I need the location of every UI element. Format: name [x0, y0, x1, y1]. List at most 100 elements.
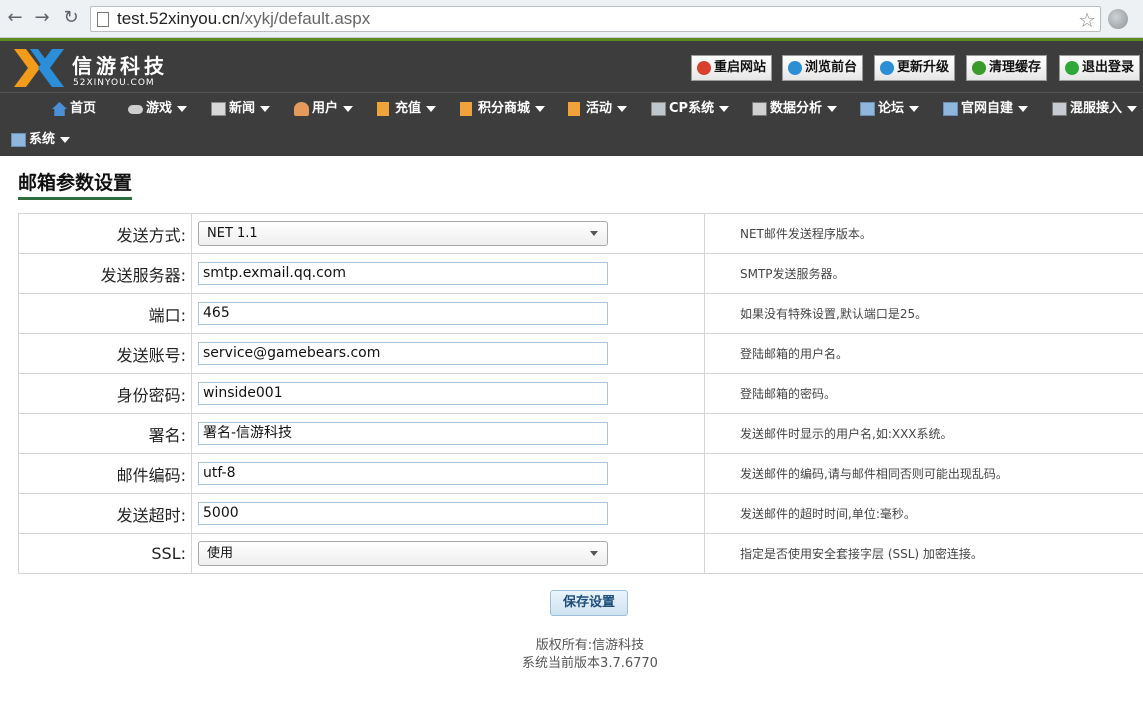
ssl-select[interactable]: 使用	[198, 541, 608, 566]
address-bar[interactable]: test.52xinyou.cn/xykj/default.aspx ☆	[90, 6, 1101, 32]
brand-name: 信游科技	[72, 54, 168, 78]
field-label: 发送服务器:	[18, 253, 192, 294]
chevron-down-icon	[909, 105, 920, 112]
menu-item-cp-system[interactable]: CP系统	[651, 98, 730, 120]
menu-item-data-analysis[interactable]: 数据分析	[752, 98, 838, 120]
chevron-down-icon	[426, 105, 437, 112]
news-icon	[211, 102, 226, 116]
user-icon	[294, 102, 309, 116]
menu-item-home[interactable]: 首页	[52, 98, 96, 120]
globe-update-icon	[880, 61, 894, 75]
smtp-server-input[interactable]: smtp.exmail.qq.com	[198, 262, 608, 285]
table-row: SSL: 使用 指定是否使用安全套接字层 (SSL) 加密连接。	[18, 533, 1143, 574]
menu-item-label: 混服接入	[1070, 101, 1123, 116]
forum-icon	[860, 102, 875, 116]
brand-logo	[14, 49, 64, 87]
field-label: 端口:	[18, 293, 192, 334]
menu-item-label: 游戏	[146, 101, 173, 116]
menu-item-games[interactable]: 游戏	[128, 98, 188, 120]
main-menu: 首页 游戏 新闻 用户 充值 积分商城 活动 CP系统 数据分析 论坛 官网自建	[0, 92, 1143, 156]
menu-item-users[interactable]: 用户	[294, 98, 354, 120]
copyright-text: 版权所有:信游科技	[535, 638, 645, 653]
chevron-down-icon	[535, 105, 546, 112]
home-icon	[52, 102, 67, 116]
extension-globe-icon[interactable]	[1108, 9, 1128, 29]
field-hint: 登陆邮箱的用户名。	[704, 333, 1143, 374]
send-method-value: NET 1.1	[207, 226, 258, 241]
reload-icon[interactable]: ↻	[60, 7, 82, 29]
account-input[interactable]: service@gamebears.com	[198, 342, 608, 365]
restart-site-button[interactable]: 重启网站	[691, 55, 773, 81]
forward-arrow-icon[interactable]: →	[31, 7, 53, 29]
field-label: 身份密码:	[18, 373, 192, 414]
power-icon	[1065, 61, 1079, 75]
update-upgrade-label: 更新升级	[897, 60, 950, 75]
field-cell: 5000	[191, 493, 705, 534]
chevron-down-icon	[590, 231, 598, 236]
send-method-select[interactable]: NET 1.1	[198, 221, 608, 246]
chevron-down-icon	[617, 105, 628, 112]
browser-toolbar: ← → ↻ test.52xinyou.cn/xykj/default.aspx…	[0, 0, 1143, 38]
ssl-value: 使用	[207, 546, 234, 561]
menu-item-system[interactable]: 系统	[11, 129, 71, 151]
system-icon	[11, 133, 26, 147]
field-hint: 发送邮件的超时时间,单位:毫秒。	[704, 493, 1143, 534]
menu-item-label: 论坛	[878, 101, 905, 116]
field-hint: 发送邮件的编码,请与邮件相同否则可能出现乱码。	[704, 453, 1143, 494]
menu-item-label: 活动	[586, 101, 613, 116]
port-input[interactable]: 465	[198, 302, 608, 325]
field-hint: 如果没有特殊设置,默认端口是25。	[704, 293, 1143, 334]
save-settings-button[interactable]: 保存设置	[550, 590, 628, 616]
menu-item-label: 数据分析	[770, 101, 823, 116]
url-text: test.52xinyou.cn/xykj/default.aspx	[117, 9, 370, 29]
menu-item-news[interactable]: 新闻	[211, 98, 271, 120]
footer: 版权所有:信游科技 系统当前版本3.7.6770	[0, 637, 1143, 673]
chevron-down-icon	[1127, 105, 1138, 112]
logout-label: 退出登录	[1082, 60, 1135, 75]
bookmark-star-icon[interactable]: ☆	[1078, 8, 1096, 32]
menu-item-official-site[interactable]: 官网自建	[943, 98, 1029, 120]
menu-item-points-mall[interactable]: 积分商城	[460, 98, 546, 120]
logout-button[interactable]: 退出登录	[1059, 55, 1141, 81]
field-hint: NET邮件发送程序版本。	[704, 213, 1143, 254]
chevron-down-icon	[1018, 105, 1029, 112]
menu-item-label: 首页	[70, 101, 97, 116]
timeout-input[interactable]: 5000	[198, 502, 608, 525]
menu-item-mixed-server[interactable]: 混服接入	[1052, 98, 1138, 120]
clear-cache-label: 清理缓存	[989, 60, 1042, 75]
field-cell: NET 1.1	[191, 213, 705, 254]
back-arrow-icon[interactable]: ←	[4, 7, 26, 29]
field-cell: 署名-信游科技	[191, 413, 705, 454]
menu-item-forum[interactable]: 论坛	[860, 98, 920, 120]
field-label: 发送账号:	[18, 333, 192, 374]
table-row: 署名: 署名-信游科技 发送邮件时显示的用户名,如:XXX系统。	[18, 413, 1143, 454]
clear-cache-button[interactable]: 清理缓存	[966, 55, 1048, 81]
encoding-input[interactable]: utf-8	[198, 462, 608, 485]
restart-site-label: 重启网站	[714, 60, 767, 75]
table-row: 邮件编码: utf-8 发送邮件的编码,请与邮件相同否则可能出现乱码。	[18, 453, 1143, 494]
field-hint: 发送邮件时显示的用户名,如:XXX系统。	[704, 413, 1143, 454]
table-row: 身份密码: winside001 登陆邮箱的密码。	[18, 373, 1143, 414]
field-cell: winside001	[191, 373, 705, 414]
field-label: 发送方式:	[18, 213, 192, 254]
document-icon	[460, 102, 472, 116]
page-title: 邮箱参数设置	[18, 168, 133, 200]
password-input[interactable]: winside001	[198, 382, 608, 405]
menu-item-activities[interactable]: 活动	[568, 98, 628, 120]
update-upgrade-button[interactable]: 更新升级	[874, 55, 956, 81]
table-row: 发送超时: 5000 发送邮件的超时时间,单位:毫秒。	[18, 493, 1143, 534]
field-hint: 指定是否使用安全套接字层 (SSL) 加密连接。	[704, 533, 1143, 574]
signature-input[interactable]: 署名-信游科技	[198, 422, 608, 445]
table-row: 发送方式: NET 1.1 NET邮件发送程序版本。	[18, 213, 1143, 254]
chevron-down-icon	[60, 136, 71, 143]
field-cell: utf-8	[191, 453, 705, 494]
field-label: 署名:	[18, 413, 192, 454]
chevron-down-icon	[177, 105, 188, 112]
field-hint: 登陆邮箱的密码。	[704, 373, 1143, 414]
email-settings-form: 发送方式: NET 1.1 NET邮件发送程序版本。 发送服务器: smtp.e…	[18, 213, 1143, 574]
chevron-down-icon	[343, 105, 354, 112]
browse-frontend-button[interactable]: 浏览前台	[782, 55, 864, 81]
menu-item-recharge[interactable]: 充值	[377, 98, 437, 120]
table-row: 发送账号: service@gamebears.com 登陆邮箱的用户名。	[18, 333, 1143, 374]
menu-item-label: 系统	[29, 132, 56, 147]
